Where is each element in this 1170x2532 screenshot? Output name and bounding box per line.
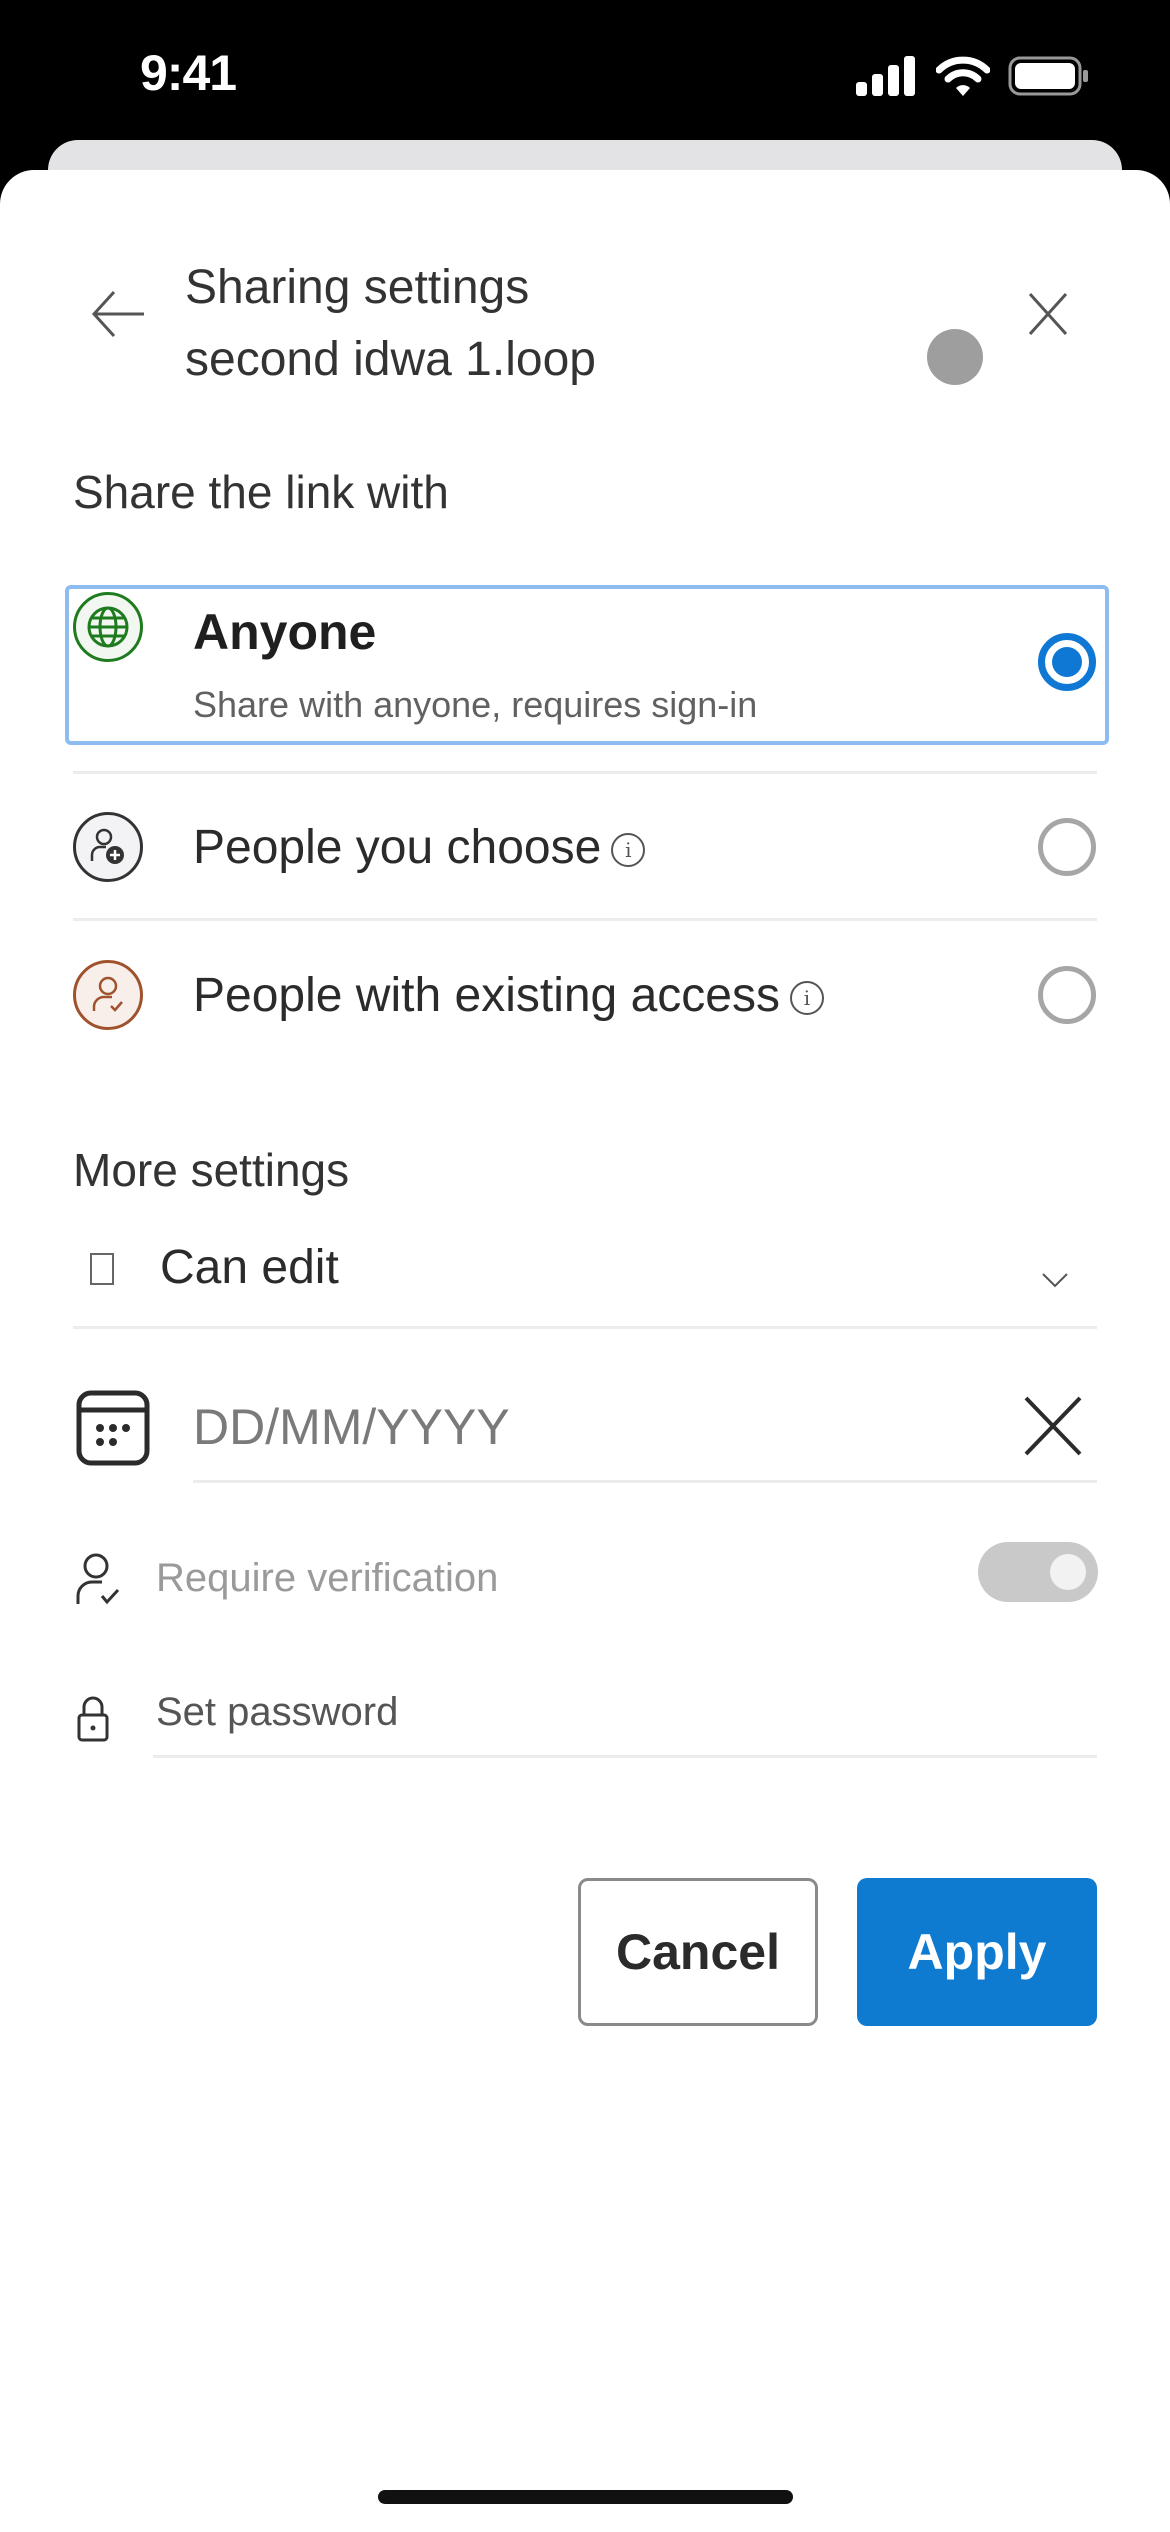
header-title-block: Sharing settings second idwa 1.loop [185,252,596,396]
close-icon [1024,1396,1082,1456]
permission-value: Can edit [160,1241,339,1294]
option-people-you-choose-label: People you choose i [193,820,646,875]
globe-icon [73,592,143,662]
status-time: 9:41 [140,45,237,101]
loading-indicator [927,329,983,385]
share-section-title: Share the link with [73,466,449,518]
home-indicator[interactable] [378,2490,793,2504]
expiry-date-input[interactable]: DD/MM/YYYY [193,1398,510,1456]
info-icon[interactable]: i [789,981,824,1016]
info-icon[interactable]: i [611,833,646,868]
apply-button[interactable]: Apply [857,1878,1097,2026]
missing-glyph-icon [90,1253,114,1285]
battery-icon [1008,56,1088,96]
back-button[interactable] [88,282,152,346]
divider [73,771,1097,774]
radio-existing-access[interactable] [1038,966,1096,1024]
divider [73,1326,1097,1329]
status-icons [856,56,1090,96]
set-password-input[interactable]: Set password [156,1690,398,1735]
require-verification-label: Require verification [156,1556,499,1600]
option-anyone-label: Anyone [193,604,377,660]
close-icon [1028,292,1068,336]
option-anyone-description: Share with anyone, requires sign-in [193,684,758,725]
person-add-icon [73,812,143,882]
person-verify-icon [76,1553,120,1605]
cancel-button[interactable]: Cancel [578,1878,818,2026]
require-verification-toggle[interactable] [978,1542,1098,1602]
cellular-signal-icon [856,56,915,96]
calendar-icon [76,1390,150,1466]
toggle-knob [1050,1554,1086,1590]
close-button[interactable] [1020,286,1076,342]
clear-date-button[interactable] [1018,1392,1088,1462]
divider [153,1755,1097,1758]
divider [193,1480,1097,1483]
option-people-you-choose-text: People you choose [193,821,602,874]
radio-anyone-selected[interactable] [1038,633,1096,691]
option-existing-access-label: People with existing access i [193,968,824,1023]
wifi-icon [936,56,990,96]
radio-people-you-choose[interactable] [1038,818,1096,876]
header-subtitle: second idwa 1.loop [185,333,596,386]
arrow-left-icon [91,290,144,338]
person-check-icon [73,960,143,1030]
chevron-down-icon [1042,1273,1068,1288]
header-title: Sharing settings [185,261,530,314]
option-existing-access-text: People with existing access [193,969,780,1022]
lock-icon [77,1696,109,1742]
more-settings-title: More settings [73,1144,350,1196]
sharing-settings-sheet [0,170,1170,2532]
divider [73,918,1097,921]
